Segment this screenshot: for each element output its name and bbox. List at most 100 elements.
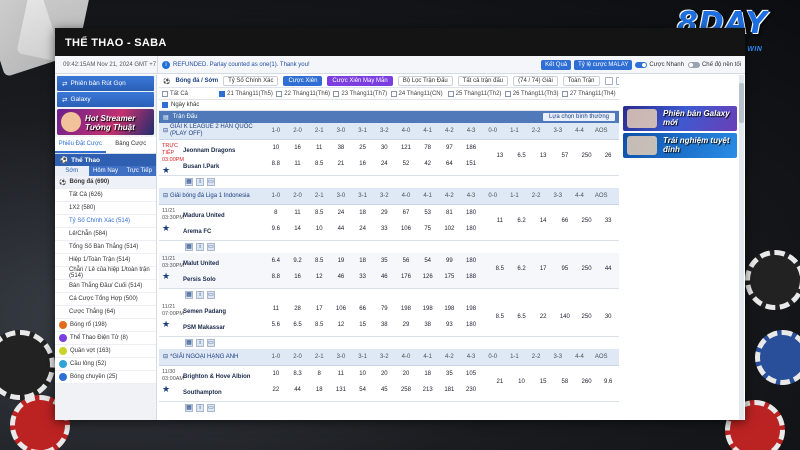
odds-cell[interactable]: 56	[395, 258, 417, 264]
galaxy-button[interactable]: ⇄ Galaxy	[57, 92, 154, 107]
odds-cell[interactable]: 10	[511, 379, 533, 385]
sidebar-item[interactable]: Chẵn / Lẻ của hiệp 1/toàn trận (514)	[55, 267, 156, 280]
quick-bet-toggle[interactable]: Cược Nhanh	[635, 61, 684, 68]
tv-icon[interactable]: ▭	[207, 243, 215, 251]
sidebar-item[interactable]: Bóng chuyền (25)	[55, 371, 156, 384]
odds-cell[interactable]: 53	[417, 210, 439, 216]
odds-cell[interactable]: 176	[395, 274, 417, 280]
sidebar-item[interactable]: Thể Thao Điện Tử (8)	[55, 332, 156, 345]
league-count-select[interactable]: (74 / 74) Giải	[513, 76, 558, 86]
sidebar-item[interactable]: Cá Cược Tổng Hợp (500)	[55, 293, 156, 306]
odds-cell[interactable]: 131	[330, 387, 352, 393]
odds-cell[interactable]: 24	[330, 210, 352, 216]
compact-version-button[interactable]: ⇄ Phiên bản Rút Gọn	[57, 76, 154, 91]
results-button[interactable]: Kết Quả	[541, 59, 572, 70]
league-header[interactable]: ⊟ *GIẢI NGOẠI HẠNG ANH 1-0 2-0 2-1 3-0 3-1 3-2 4…	[159, 349, 619, 366]
all-matches-select[interactable]: Tất cả trận đấu	[457, 76, 509, 86]
odds-cell[interactable]: 57	[554, 153, 576, 159]
date-option[interactable]: 22 Tháng11(Th6)	[276, 90, 333, 97]
stats-icon[interactable]: ▦	[185, 291, 193, 299]
odds-cell[interactable]: 140	[554, 314, 576, 320]
odds-cell[interactable]: 11	[308, 145, 330, 151]
tv-icon[interactable]: ▭	[207, 339, 215, 347]
odds-cell[interactable]: 22	[265, 387, 287, 393]
checkbox[interactable]	[447, 90, 454, 97]
odds-cell[interactable]: 126	[417, 274, 439, 280]
odds-cell[interactable]: 12	[330, 322, 352, 328]
checkbox[interactable]	[504, 90, 511, 97]
tab-early[interactable]: Sớm	[55, 166, 89, 176]
odds-cell[interactable]: 38	[417, 322, 439, 328]
odds-cell[interactable]: 188	[460, 274, 482, 280]
odds-cell[interactable]: 9.2	[287, 258, 309, 264]
hot-streamer-banner[interactable]: Hot Streamer Tướng Thuật	[57, 109, 154, 135]
odds-cell[interactable]: 20	[395, 371, 417, 377]
date-option[interactable]: 26 Tháng11(Th3)	[504, 90, 562, 97]
odds-cell[interactable]: 16	[287, 274, 309, 280]
league-header[interactable]: ⊟ GIẢI K LEAGUE 2 HÀN QUỐC (PLAY OFF) 1-0 2…	[159, 123, 619, 140]
odds-cell[interactable]: 250	[576, 153, 598, 159]
odds-cell[interactable]: 35	[373, 258, 395, 264]
odds-cell[interactable]: 93	[439, 322, 461, 328]
checkbox[interactable]	[162, 102, 168, 108]
odds-cell[interactable]: 16	[287, 145, 309, 151]
odds-cell[interactable]: 258	[395, 387, 417, 393]
odds-cell[interactable]: 18	[352, 210, 374, 216]
odds-cell[interactable]: 8	[265, 210, 287, 216]
odds-cell[interactable]: 30	[597, 314, 619, 320]
tab-betslip[interactable]: Phiếu Đặt Cược	[55, 137, 106, 153]
odds-cell[interactable]: 198	[395, 306, 417, 312]
odds-cell[interactable]: 11	[265, 306, 287, 312]
odds-cell[interactable]: 6.4	[265, 258, 287, 264]
sidebar-item[interactable]: Cầu lông (52)	[55, 358, 156, 371]
odds-cell[interactable]: 15	[352, 322, 374, 328]
odds-cell[interactable]: 67	[395, 210, 417, 216]
odds-cell[interactable]: 102	[439, 226, 461, 232]
odds-cell[interactable]: 44	[287, 387, 309, 393]
sidebar-item[interactable]: Tất Cả (626)	[55, 189, 156, 202]
odds-cell[interactable]: 15	[532, 379, 554, 385]
checkbox[interactable]	[561, 90, 568, 97]
odds-cell[interactable]: 11	[287, 210, 309, 216]
odds-cell[interactable]: 33	[352, 274, 374, 280]
list-view-icon[interactable]	[615, 77, 619, 85]
odds-cell[interactable]: 18	[417, 371, 439, 377]
odds-cell[interactable]: 22	[532, 314, 554, 320]
odds-cell[interactable]: 17	[532, 266, 554, 272]
odds-cell[interactable]: 11	[287, 161, 309, 167]
odds-cell[interactable]: 9.6	[597, 379, 619, 385]
odds-cell[interactable]: 180	[460, 322, 482, 328]
odds-cell[interactable]: 10	[308, 226, 330, 232]
odds-cell[interactable]: 21	[330, 161, 352, 167]
odds-cell[interactable]: 25	[352, 145, 374, 151]
league-header[interactable]: ⊟ Giải bóng đá Liga 1 Indonesia 1-0 2-0 2-1 3…	[159, 188, 619, 205]
odds-cell[interactable]: 21	[489, 379, 511, 385]
odds-cell[interactable]: 33	[373, 226, 395, 232]
odds-cell[interactable]: 54	[352, 387, 374, 393]
scrollbar[interactable]	[739, 75, 744, 420]
info-icon[interactable]: i	[196, 178, 204, 186]
info-icon[interactable]: i	[196, 339, 204, 347]
full-time-select[interactable]: Toàn Trận	[562, 76, 600, 86]
date-option[interactable]: Tất Cả	[162, 90, 219, 97]
odds-cell[interactable]: 9.6	[265, 226, 287, 232]
odds-cell[interactable]: 11	[330, 371, 352, 377]
sidebar-item[interactable]: 1X2 (580)	[55, 202, 156, 215]
tv-icon[interactable]: ▭	[207, 404, 215, 412]
checkbox[interactable]	[162, 90, 168, 97]
odds-cell[interactable]: 75	[417, 226, 439, 232]
odds-cell[interactable]: 181	[439, 387, 461, 393]
odds-cell[interactable]: 24	[352, 226, 374, 232]
odds-cell[interactable]: 14	[287, 226, 309, 232]
odds-cell[interactable]: 10	[352, 371, 374, 377]
odds-cell[interactable]: 18	[352, 258, 374, 264]
odds-cell[interactable]: 19	[330, 258, 352, 264]
odds-cell[interactable]: 26	[597, 153, 619, 159]
odds-cell[interactable]: 95	[554, 266, 576, 272]
checkbox[interactable]	[333, 90, 340, 97]
tv-icon[interactable]: ▭	[207, 291, 215, 299]
sidebar-item[interactable]: Tỷ Số Chính Xác (514)	[55, 215, 156, 228]
odds-cell[interactable]: 12	[308, 274, 330, 280]
odds-type-select[interactable]: Tỷ lệ cược MALAY	[574, 59, 633, 70]
sidebar-item[interactable]: Lẻ/Chẵn (584)	[55, 228, 156, 241]
